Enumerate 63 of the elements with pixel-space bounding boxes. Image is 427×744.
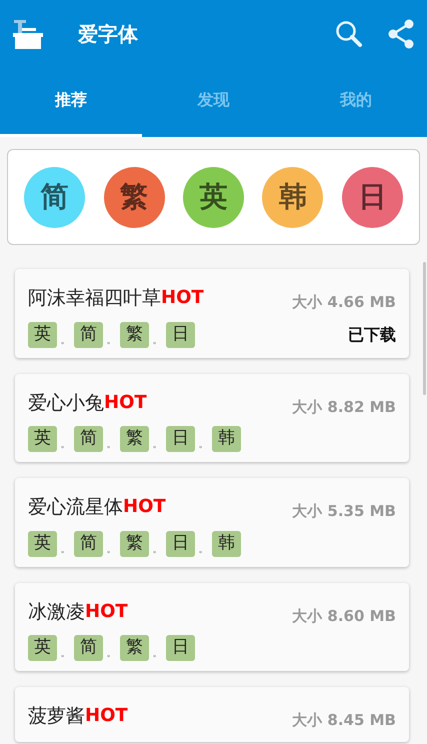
language-tag: 日 <box>166 530 195 556</box>
category-button[interactable]: 繁 <box>104 166 165 228</box>
file-size: 大小 5.35 MB <box>292 501 396 522</box>
font-card[interactable]: 爱心流星体HOT 大小 5.35 MB 英 。 简 。 繁 。 日 。 韩 <box>15 478 409 566</box>
separator-dot: 。 <box>106 438 118 452</box>
font-card[interactable]: 菠萝酱HOT 大小 8.45 MB <box>15 687 409 742</box>
separator-dot: 。 <box>106 542 118 556</box>
search-icon[interactable] <box>335 20 363 48</box>
language-tag: 繁 <box>120 530 149 556</box>
separator-dot: 。 <box>60 542 72 556</box>
language-tag: 英 <box>28 322 57 348</box>
separator-dot: 。 <box>152 334 164 348</box>
separator-dot: 。 <box>152 438 164 452</box>
file-size: 大小 4.66 MB <box>292 292 396 313</box>
font-name: 阿沫幸福四叶草 <box>28 286 161 311</box>
separator-dot: 。 <box>106 334 118 348</box>
category-button[interactable]: 英 <box>182 166 244 228</box>
separator-dot: 。 <box>198 438 210 452</box>
separator-dot: 。 <box>60 438 72 452</box>
hot-label: HOT <box>161 286 204 310</box>
download-status: 已下载 <box>348 324 396 346</box>
hot-label: HOT <box>85 600 128 624</box>
separator-dot: 。 <box>60 647 72 661</box>
file-size: 大小 8.45 MB <box>292 710 396 731</box>
hot-label: HOT <box>123 495 166 519</box>
language-tag: 英 <box>28 530 57 556</box>
separator-dot: 。 <box>152 542 164 556</box>
tab[interactable]: 推荐 <box>0 67 142 137</box>
logo-icon <box>12 18 44 48</box>
font-card[interactable]: 阿沫幸福四叶草HOT 大小 4.66 MB 英 。 简 。 繁 。 日 已下载 <box>15 269 409 358</box>
font-card[interactable]: 冰激凌HOT 大小 8.60 MB 英 。 简 。 繁 。 日 <box>15 582 409 671</box>
language-tag: 日 <box>166 635 195 661</box>
language-tag: 繁 <box>120 322 149 348</box>
font-card[interactable]: 爱心小兔HOT 大小 8.82 MB 英 。 简 。 繁 。 日 。 韩 <box>15 374 409 462</box>
font-name: 爱心流星体 <box>28 495 123 520</box>
language-tag: 韩 <box>212 426 241 452</box>
separator-dot: 。 <box>60 334 72 348</box>
category-button[interactable]: 韩 <box>262 166 324 228</box>
category-button[interactable]: 日 <box>342 166 403 228</box>
language-tag: 日 <box>166 322 195 348</box>
language-tag: 简 <box>74 322 103 348</box>
language-tag: 繁 <box>120 635 149 661</box>
hot-label: HOT <box>85 704 128 728</box>
share-icon[interactable] <box>387 18 415 48</box>
language-tag: 简 <box>74 530 103 556</box>
category-button[interactable]: 简 <box>24 166 86 228</box>
separator-dot: 。 <box>152 647 164 661</box>
file-size: 大小 8.60 MB <box>292 606 396 626</box>
hot-label: HOT <box>104 390 147 414</box>
language-tag: 英 <box>28 426 57 452</box>
separator-dot: 。 <box>106 647 118 661</box>
font-name: 爱心小兔 <box>28 390 104 416</box>
font-name: 冰激凌 <box>28 600 85 624</box>
language-tag: 日 <box>166 426 195 452</box>
app-title: 爱字体 <box>78 20 138 48</box>
separator-dot: 。 <box>198 542 210 556</box>
language-tag: 简 <box>74 635 103 661</box>
file-size: 大小 8.82 MB <box>292 396 396 418</box>
language-tag: 英 <box>28 635 57 661</box>
language-tag: 韩 <box>212 530 241 556</box>
language-tag: 简 <box>74 426 103 452</box>
language-tag: 繁 <box>120 426 149 452</box>
font-name: 菠萝酱 <box>28 704 85 729</box>
